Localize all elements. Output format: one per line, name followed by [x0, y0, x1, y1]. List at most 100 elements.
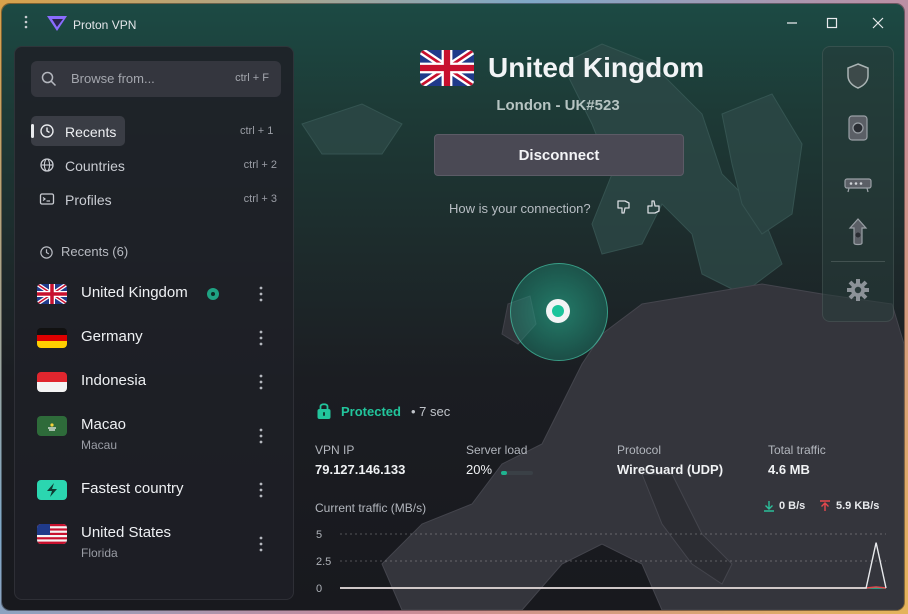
router-icon [844, 178, 872, 193]
thumbs-up-icon[interactable] [645, 198, 663, 216]
disconnect-button[interactable]: Disconnect [434, 134, 684, 176]
recent-item-name: Macao [81, 416, 127, 433]
globe-icon [40, 158, 54, 172]
recent-item-name: Indonesia [81, 372, 147, 389]
more-options-icon[interactable] [253, 328, 269, 348]
shield-icon [847, 63, 869, 89]
recent-item-fastest-country[interactable]: Fastest country [15, 468, 293, 512]
recent-item-name: United Kingdom [81, 284, 188, 301]
app-window: Proton VPN Browse from... ctrl + F Recen… [2, 4, 904, 610]
connected-server: London - UK#523 [496, 97, 620, 114]
minimize-icon [787, 22, 797, 24]
indonesia-flag-icon [37, 372, 67, 392]
connection-duration: • 7 sec [411, 404, 451, 419]
lock-icon [317, 403, 331, 419]
location-pin[interactable] [510, 263, 608, 361]
more-options-icon[interactable] [253, 284, 269, 304]
search-icon [41, 71, 57, 87]
profile-icon [39, 193, 55, 205]
search-placeholder: Browse from... [71, 71, 155, 86]
total-traffic-stat: Total traffic 4.6 MB [768, 443, 826, 477]
close-icon [872, 17, 884, 29]
total-traffic-label: Total traffic [768, 443, 826, 457]
more-options-icon[interactable] [253, 480, 269, 500]
port-forwarding-icon [848, 218, 868, 246]
upload-rate: 5.9 KB/s [836, 500, 880, 512]
history-icon [40, 246, 53, 259]
protocol-stat: Protocol WireGuard (UDP) [617, 443, 723, 477]
sidebar: Browse from... ctrl + F Recents ctrl + 1… [14, 46, 294, 600]
secure-core-button[interactable] [840, 59, 876, 93]
recent-item-name: Germany [81, 328, 143, 345]
settings-button[interactable] [840, 273, 876, 307]
maximize-button[interactable] [812, 10, 852, 36]
traffic-chart-title: Current traffic (MB/s) [315, 501, 427, 515]
vpn-ip-stat: VPN IP 79.127.146.133 [315, 443, 405, 477]
download-arrow-icon [764, 501, 774, 512]
total-traffic-value: 4.6 MB [768, 462, 810, 477]
close-button[interactable] [858, 10, 898, 36]
protocol-label: Protocol [617, 443, 662, 457]
location-pin-dot-icon [546, 299, 570, 323]
server-load-label: Server load [466, 443, 528, 457]
upload-arrow-icon [820, 500, 830, 511]
more-options-icon[interactable] [253, 426, 269, 446]
connected-indicator-icon [207, 288, 219, 300]
server-load-fill [501, 471, 508, 475]
feature-panel-divider [831, 261, 885, 262]
nav-item-recents[interactable]: Recents [31, 116, 125, 146]
recents-heading-label: Recents (6) [61, 244, 129, 259]
uk-flag-icon [420, 50, 474, 86]
y-tick-label: 0 [316, 583, 322, 595]
active-indicator [31, 124, 34, 138]
proton-vpn-logo-icon [47, 16, 67, 31]
search-shortcut: ctrl + F [235, 72, 269, 84]
gear-icon [847, 279, 869, 301]
thumbs-down-icon[interactable] [615, 198, 633, 216]
y-tick-label: 2.5 [316, 556, 331, 568]
uk-flag-icon [37, 284, 67, 304]
nav-item-countries[interactable]: Countries ctrl + 2 [31, 150, 281, 180]
nav-shortcut: ctrl + 1 [240, 125, 274, 137]
nav-label: Recents [65, 124, 117, 140]
title-bar: Proton VPN [2, 4, 904, 42]
recent-item-macao[interactable]: Macao Macau [15, 404, 293, 458]
kill-switch-button[interactable] [840, 165, 876, 199]
recent-item-subtitle: Florida [81, 546, 118, 560]
netshield-button[interactable] [840, 111, 876, 145]
protocol-value: WireGuard (UDP) [617, 462, 724, 477]
nav-shortcut: ctrl + 3 [243, 193, 277, 205]
connected-country: United Kingdom [488, 52, 705, 83]
minimize-button[interactable] [772, 10, 812, 36]
feature-panel [822, 46, 894, 322]
series-line-total [340, 542, 887, 589]
port-forwarding-button[interactable] [840, 215, 876, 249]
recent-item-name: Fastest country [81, 480, 184, 497]
germany-flag-icon [37, 328, 67, 348]
nav-item-profiles[interactable]: Profiles ctrl + 3 [31, 184, 281, 214]
vpn-ip-label: VPN IP [315, 443, 355, 457]
recent-item-germany[interactable]: Germany [15, 316, 293, 360]
status-label: Protected [341, 404, 401, 419]
nav-label: Countries [65, 158, 125, 174]
traffic-chart: 52.50 [316, 529, 887, 595]
us-flag-icon [37, 524, 67, 544]
recent-item-united-states[interactable]: United States Florida [15, 512, 293, 566]
lightning-bolt-icon [37, 480, 67, 500]
recent-item-subtitle: Macau [81, 438, 118, 452]
maximize-icon [826, 17, 838, 29]
app-title: Proton VPN [73, 18, 137, 32]
server-load-bar [501, 471, 533, 475]
more-options-icon[interactable] [253, 372, 269, 392]
search-input[interactable]: Browse from... ctrl + F [31, 61, 281, 97]
menu-icon[interactable] [22, 14, 30, 30]
recent-item-indonesia[interactable]: Indonesia [15, 360, 293, 404]
nav-shortcut: ctrl + 2 [243, 159, 277, 171]
feedback-question: How is your connection? [449, 201, 591, 216]
y-tick-label: 5 [316, 529, 322, 541]
vpn-ip-value: 79.127.146.133 [315, 462, 406, 477]
more-options-icon[interactable] [253, 534, 269, 554]
recent-item-united-kingdom[interactable]: United Kingdom [15, 272, 293, 316]
download-rate: 0 B/s [779, 500, 806, 512]
recent-item-name: United States [81, 524, 172, 541]
